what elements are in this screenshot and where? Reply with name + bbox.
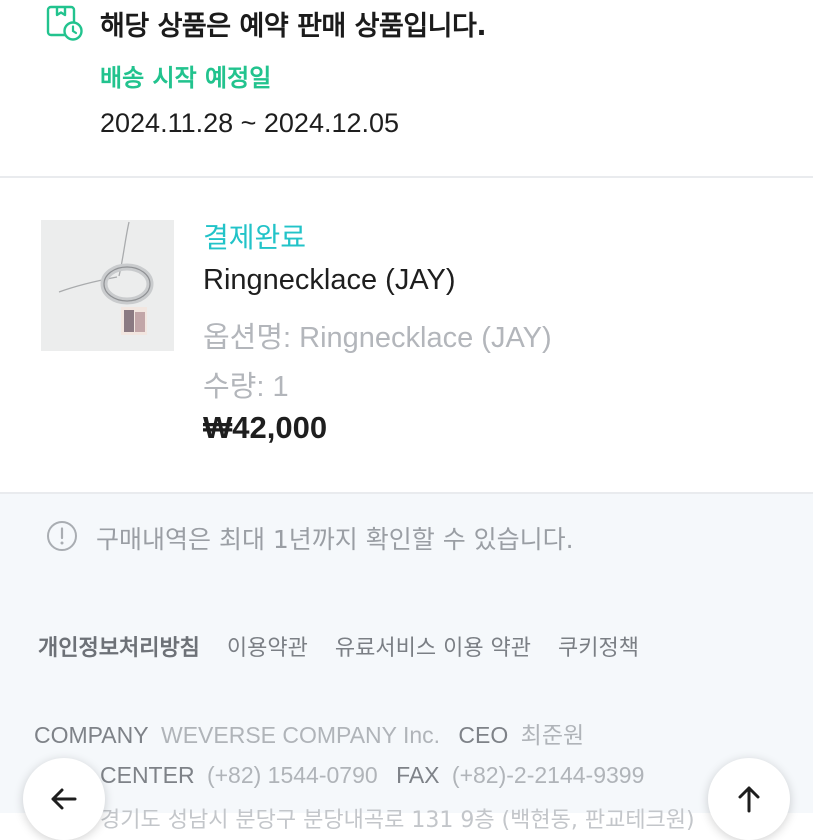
ceo-label: CEO	[458, 722, 509, 748]
contact-info: CENTER (+82) 1544-0790 FAX (+82)-2-2144-…	[100, 762, 656, 789]
privacy-policy-link[interactable]: 개인정보처리방침	[38, 636, 200, 661]
arrow-up-icon	[738, 786, 760, 813]
product-quantity: 수량: 1	[203, 371, 289, 403]
cs-value: (+82) 1544-0790	[206, 762, 378, 788]
arrow-left-icon	[51, 788, 77, 810]
terms-link[interactable]: 이용약관	[227, 636, 308, 661]
cs-label: CENTER	[100, 762, 195, 788]
company-info: COMPANY WEVERSE COMPANY Inc. CEO 최준원	[34, 716, 596, 750]
cookie-policy-link[interactable]: 쿠키정책	[558, 636, 639, 661]
ship-date-label: 배송 시작 예정일	[100, 64, 272, 92]
notice-title: 해당 상품은 예약 판매 상품입니다.	[100, 11, 487, 42]
product-option: 옵션명: Ringnecklace (JAY)	[203, 322, 552, 354]
box-clock-icon	[46, 5, 83, 41]
ceo-value: 최준원	[520, 722, 585, 748]
back-button[interactable]	[23, 758, 105, 840]
scroll-top-button[interactable]	[708, 758, 790, 840]
company-address: 경기도 성남시 분당구 분당내곡로 131 9층 (백현동, 판교테크원)	[100, 808, 695, 833]
fax-label: FAX	[396, 762, 440, 788]
footer: 구매내역은 최대 1년까지 확인할 수 있습니다. 개인정보처리방침 이용약관 …	[0, 494, 813, 833]
paid-service-terms-link[interactable]: 유료서비스 이용 약관	[335, 636, 531, 661]
company-value: WEVERSE COMPANY Inc.	[160, 722, 441, 748]
ship-date-range: 2024.11.28 ~ 2024.12.05	[100, 108, 400, 138]
product-thumbnail[interactable]	[41, 220, 174, 351]
company-label: COMPANY	[34, 722, 149, 748]
info-circle-icon	[47, 521, 77, 551]
ring-necklace-photo	[58, 221, 154, 335]
product-name[interactable]: Ringnecklace (JAY)	[203, 264, 456, 297]
history-notice-text: 구매내역은 최대 1년까지 확인할 수 있습니다.	[96, 525, 574, 554]
order-status: 결제완료	[203, 221, 307, 254]
order-item[interactable]: 결제완료 Ringnecklace (JAY) 옵션명: Ringnecklac…	[0, 178, 813, 492]
footer-links: 개인정보처리방침 이용약관 유료서비스 이용 약관 쿠키정책	[38, 630, 659, 662]
preorder-notice: 해당 상품은 예약 판매 상품입니다. 배송 시작 예정일 2024.11.28…	[0, 0, 813, 176]
product-price: ₩42,000	[203, 410, 328, 445]
fax-value: (+82)-2-2144-9399	[451, 762, 645, 788]
